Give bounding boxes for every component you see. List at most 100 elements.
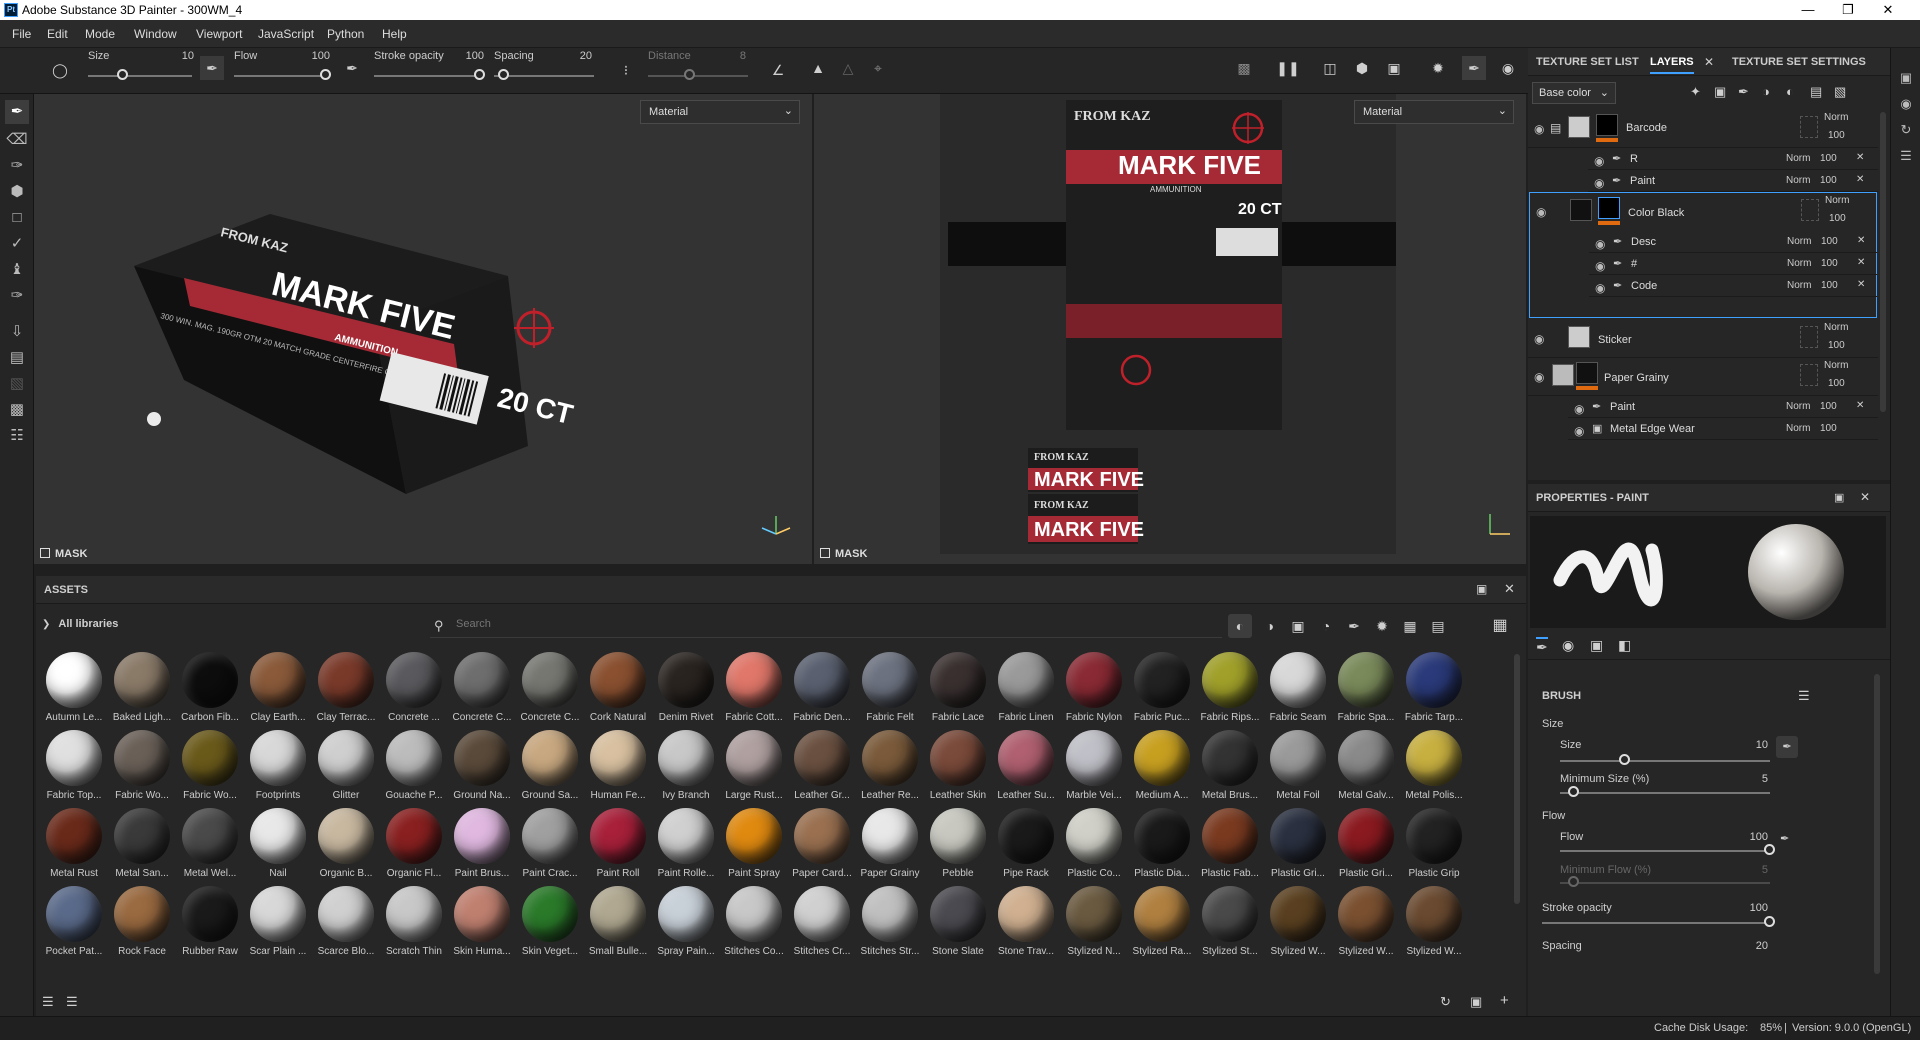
tab-texture-set-settings[interactable]: TEXTURE SET SETTINGS bbox=[1732, 56, 1866, 68]
flow-slider[interactable] bbox=[234, 75, 328, 77]
layer-name[interactable]: Color Black bbox=[1628, 207, 1684, 219]
menu-python[interactable]: Python bbox=[327, 27, 364, 41]
menu-javascript[interactable]: JavaScript bbox=[258, 27, 314, 41]
remove-icon[interactable]: ✕ bbox=[1856, 174, 1864, 185]
asset-item[interactable]: Pipe Rack bbox=[992, 808, 1060, 886]
symmetry-off-icon[interactable]: △ bbox=[836, 56, 860, 80]
asset-item[interactable]: Paint Brus... bbox=[448, 808, 516, 886]
brush-shape-icon[interactable]: ◯ bbox=[48, 58, 72, 82]
menu-viewport[interactable]: Viewport bbox=[196, 27, 242, 41]
smudge-tool-icon[interactable]: ✓ bbox=[5, 232, 29, 256]
asset-item[interactable]: Footprints bbox=[244, 730, 312, 808]
asset-item[interactable]: Scarce Blo... bbox=[312, 886, 380, 964]
asset-item[interactable]: Fabric Wo... bbox=[176, 730, 244, 808]
asset-item[interactable]: Fabric Spa... bbox=[1332, 652, 1400, 730]
menu-icon[interactable]: ☰ bbox=[1798, 688, 1810, 704]
layer-row-barcode[interactable]: ◉ ▤ Barcode Norm 100 bbox=[1528, 110, 1878, 148]
effect-row-code[interactable]: ◉ ✒ Code Norm 100 ✕ bbox=[1589, 275, 1877, 297]
asset-item[interactable]: Scratch Thin bbox=[380, 886, 448, 964]
blend-mode[interactable]: Norm bbox=[1786, 175, 1810, 186]
min-size-value[interactable]: 5 bbox=[1738, 773, 1768, 785]
flow-slider-knob[interactable] bbox=[1764, 844, 1775, 855]
asset-item[interactable]: Plastic Fab... bbox=[1196, 808, 1264, 886]
viewer-settings-icon[interactable]: ▣ bbox=[1896, 70, 1916, 90]
mask-checkbox[interactable] bbox=[820, 548, 830, 558]
asset-item[interactable]: Plastic Co... bbox=[1060, 808, 1128, 886]
visibility-eye-icon[interactable]: ◉ bbox=[1534, 122, 1548, 136]
asset-item[interactable]: Stylized N... bbox=[1060, 886, 1128, 964]
paint-tool-icon[interactable]: ✒ bbox=[5, 100, 29, 124]
layer-row-sticker[interactable]: ◉ Sticker Norm 100 bbox=[1528, 320, 1878, 358]
visibility-eye-icon[interactable]: ◉ bbox=[1536, 205, 1550, 219]
effect-row-desc[interactable]: ◉ ✒ Desc Norm 100 ✕ bbox=[1589, 231, 1877, 253]
blend-mode[interactable]: Norm bbox=[1786, 423, 1810, 434]
asset-item[interactable]: Small Bulle... bbox=[584, 886, 652, 964]
close-icon[interactable]: ✕ bbox=[1504, 581, 1515, 597]
asset-scrollbar[interactable] bbox=[1514, 654, 1520, 904]
layer-opacity[interactable]: 100 bbox=[1829, 213, 1846, 224]
display-settings-icon[interactable]: ☷ bbox=[5, 424, 29, 448]
history-icon[interactable]: ↻ bbox=[1896, 122, 1916, 142]
effect-row-paint[interactable]: ◉ ✒ Paint Norm 100 ✕ bbox=[1588, 170, 1878, 192]
close-icon[interactable]: ✕ bbox=[1860, 490, 1870, 504]
cube-icon[interactable]: ⬢ bbox=[1350, 56, 1374, 80]
effect-row-metal-edge-wear[interactable]: ◉ ▣ Metal Edge Wear Norm 100 bbox=[1568, 418, 1878, 440]
menu-file[interactable]: File bbox=[12, 27, 31, 41]
filter-masks-icon[interactable]: ▣ bbox=[1286, 614, 1310, 638]
camera-icon[interactable]: ▣ bbox=[1382, 56, 1406, 80]
effect-name[interactable]: # bbox=[1631, 258, 1637, 270]
asset-item[interactable]: Pebble bbox=[924, 808, 992, 886]
filter-textures-icon[interactable]: ▦ bbox=[1398, 614, 1422, 638]
asset-item[interactable]: Skin Huma... bbox=[448, 886, 516, 964]
add-fill-layer-icon[interactable]: ◑ bbox=[1762, 84, 1770, 99]
visibility-eye-icon[interactable]: ◉ bbox=[1534, 370, 1548, 384]
asset-item[interactable]: Fabric Cott... bbox=[720, 652, 788, 730]
filter-list-icon[interactable]: ☰ bbox=[66, 994, 78, 1010]
iray-icon[interactable]: ▤ bbox=[5, 346, 29, 370]
asset-item[interactable]: Cork Natural bbox=[584, 652, 652, 730]
channel-dropdown[interactable]: Base color ⌄ bbox=[1532, 82, 1616, 104]
asset-item[interactable]: Paint Rolle... bbox=[652, 808, 720, 886]
filter-generators-icon[interactable]: ◔ bbox=[1314, 614, 1338, 638]
asset-item[interactable]: Stylized W... bbox=[1332, 886, 1400, 964]
import-icon[interactable]: ▣ bbox=[1470, 994, 1482, 1010]
flow-value[interactable]: 100 bbox=[300, 50, 330, 62]
visibility-eye-icon[interactable]: ◉ bbox=[1574, 402, 1588, 416]
screenshot-icon[interactable]: ◉ bbox=[1496, 56, 1520, 80]
asset-item[interactable]: Baked Ligh... bbox=[108, 652, 176, 730]
mask-toggle-2d[interactable]: MASK bbox=[820, 548, 867, 560]
angle-icon[interactable]: ∠ bbox=[766, 58, 790, 82]
asset-item[interactable]: Spray Pain... bbox=[652, 886, 720, 964]
blend-mode[interactable]: Norm bbox=[1786, 153, 1810, 164]
asset-item[interactable]: Autumn Le... bbox=[40, 652, 108, 730]
effect-name[interactable]: Desc bbox=[1631, 236, 1656, 248]
export-icon[interactable]: ▩ bbox=[5, 398, 29, 422]
effect-opacity[interactable]: 100 bbox=[1820, 401, 1837, 412]
asset-item[interactable]: Stylized W... bbox=[1400, 886, 1468, 964]
asset-item[interactable]: Scar Plain ... bbox=[244, 886, 312, 964]
visibility-eye-icon[interactable]: ◉ bbox=[1594, 176, 1608, 190]
asset-item[interactable]: Fabric Den... bbox=[788, 652, 856, 730]
asset-item[interactable]: Fabric Puc... bbox=[1128, 652, 1196, 730]
visibility-eye-icon[interactable]: ◉ bbox=[1595, 259, 1609, 273]
layer-opacity[interactable]: 100 bbox=[1828, 378, 1845, 389]
mask-checkbox[interactable] bbox=[40, 548, 50, 558]
effect-row-paint-2[interactable]: ◉ ✒ Paint Norm 100 ✕ bbox=[1568, 396, 1878, 418]
asset-item[interactable]: Ground Na... bbox=[448, 730, 516, 808]
list-view-icon[interactable]: ☰ bbox=[42, 994, 54, 1010]
tab-texture-set-list[interactable]: TEXTURE SET LIST bbox=[1536, 56, 1639, 68]
visibility-eye-icon[interactable]: ◉ bbox=[1595, 281, 1609, 295]
flow-slider-knob[interactable] bbox=[320, 69, 331, 80]
asset-item[interactable]: Stitches Cr... bbox=[788, 886, 856, 964]
blend-mode[interactable]: Norm bbox=[1787, 258, 1811, 269]
refresh-icon[interactable]: ↻ bbox=[1440, 994, 1451, 1010]
add-layer-icon[interactable]: ◐ bbox=[1786, 84, 1794, 99]
spacing-slider-knob[interactable] bbox=[498, 69, 509, 80]
geometry-fill-icon[interactable]: ⬢ bbox=[5, 180, 29, 204]
size-value[interactable]: 10 bbox=[164, 50, 194, 62]
stroke-opacity-knob[interactable] bbox=[474, 69, 485, 80]
asset-item[interactable]: Nail bbox=[244, 808, 312, 886]
asset-item[interactable]: Organic Fl... bbox=[380, 808, 448, 886]
asset-item[interactable]: Glitter bbox=[312, 730, 380, 808]
min-size-knob[interactable] bbox=[1568, 786, 1579, 797]
